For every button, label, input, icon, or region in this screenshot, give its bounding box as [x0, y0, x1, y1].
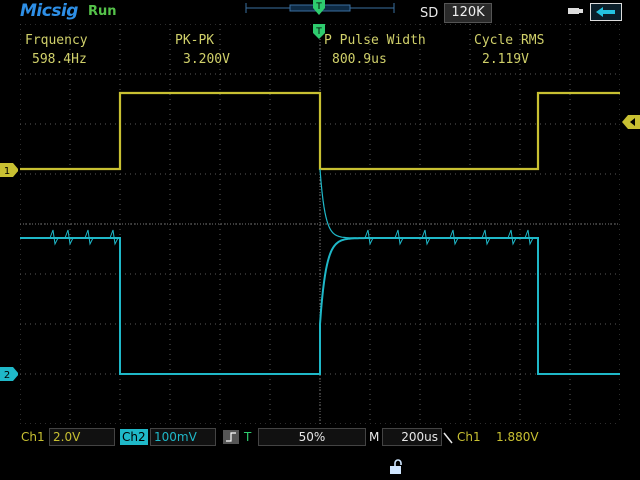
ch2-scale[interactable]: 100mV: [150, 428, 216, 446]
measurement-pulse-width: P Pulse Width 800.9us: [324, 33, 426, 67]
measurement-value: 800.9us: [332, 52, 387, 67]
svg-text:T: T: [315, 27, 322, 37]
measurement-value: 3.200V: [183, 52, 230, 67]
measurement-label: P Pulse Width: [324, 33, 426, 48]
usb-icon: [568, 8, 583, 14]
ch1-level-marker[interactable]: 1: [0, 163, 18, 177]
brand-logo: Micsig: [20, 1, 78, 21]
waveform-display[interactable]: [20, 24, 620, 424]
lock-icon[interactable]: [388, 458, 404, 474]
timebase-label: M: [369, 430, 380, 444]
measurement-frequency: Frquency 598.4Hz: [25, 33, 88, 67]
trigger-source[interactable]: Ch1: [457, 428, 481, 446]
memory-depth[interactable]: 120K: [444, 3, 492, 23]
trigger-position-top-icon: T: [313, 0, 325, 15]
trigger-level[interactable]: 1.880V: [496, 428, 539, 446]
ch2-level-marker[interactable]: 2: [0, 367, 18, 381]
measurement-value: 598.4Hz: [32, 52, 87, 67]
measurement-label: Cycle RMS: [474, 33, 545, 48]
svg-text:T: T: [315, 2, 322, 12]
ch2-overshoot: [319, 168, 360, 239]
graticule: [20, 24, 620, 424]
trigger-position[interactable]: 50%: [258, 428, 366, 446]
svg-text:1: 1: [4, 166, 10, 177]
run-stop-status[interactable]: Run: [88, 4, 117, 19]
ch1-scale[interactable]: 2.0V: [49, 428, 115, 446]
trigger-time-marker[interactable]: T: [312, 24, 326, 40]
sd-label: SD: [420, 6, 439, 21]
ch1-label[interactable]: Ch1: [21, 428, 45, 446]
measurement-value: 2.119V: [482, 52, 529, 67]
measurement-label: PK-PK: [175, 33, 215, 48]
timebase-value[interactable]: 200us: [382, 428, 442, 446]
trigger-slope-icon: [443, 432, 453, 444]
trigger-mode[interactable]: T: [244, 428, 251, 446]
trigger-level-marker[interactable]: [622, 115, 640, 129]
trigger-edge-icon[interactable]: [223, 430, 239, 444]
status-bar: Micsig Run T SD 120K: [0, 0, 640, 24]
measurement-cycle-rms: Cycle RMS 2.119V: [474, 33, 544, 67]
ch2-label[interactable]: Ch2: [120, 429, 148, 445]
measurement-label: Frquency: [25, 33, 88, 48]
settings-bar: Ch1 2.0V Ch2 100mV T 50% M 200us Ch1 1.8…: [0, 428, 640, 448]
svg-text:2: 2: [4, 370, 10, 381]
ch1-trace: [20, 91, 620, 171]
battery-icon: [590, 3, 622, 21]
measurement-pkpk: PK-PK 3.200V: [175, 33, 230, 67]
